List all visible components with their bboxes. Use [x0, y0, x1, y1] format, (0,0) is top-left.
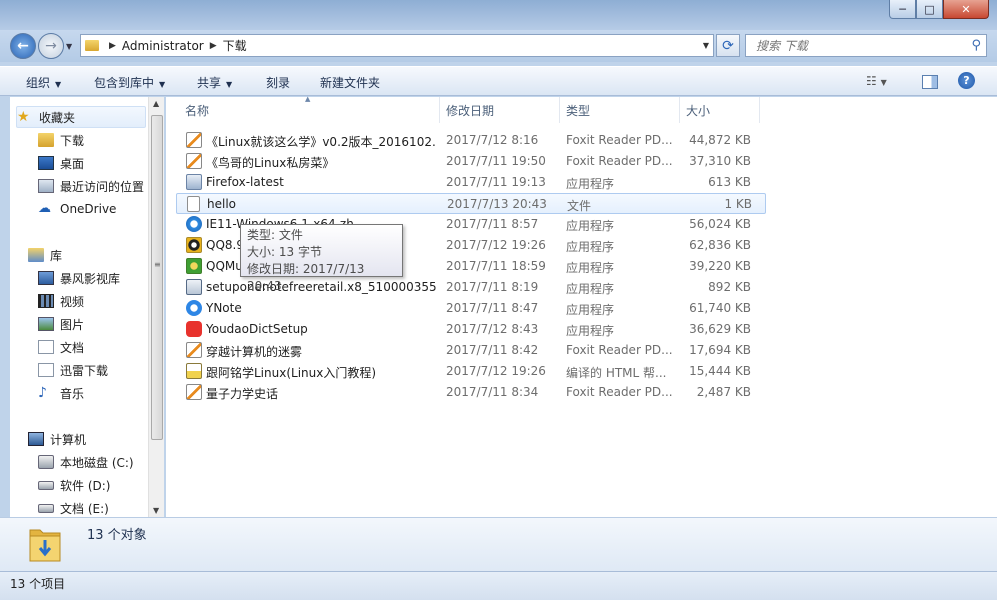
item-count: 13 个项目 — [10, 577, 66, 591]
sort-ascending-icon: ▲ — [305, 95, 311, 103]
file-row[interactable]: YoudaoDictSetup 2017/7/12 8:43 应用程序 36,6… — [176, 319, 766, 340]
chm-icon — [186, 363, 202, 379]
sidebar-libraries[interactable]: 库 — [28, 244, 166, 266]
refresh-button[interactable]: ⟳ — [716, 34, 740, 57]
grip-icon: ≡ — [154, 260, 161, 269]
tooltip-size: 大小: 13 字节 — [247, 245, 322, 259]
scrollbar-thumb[interactable] — [151, 115, 163, 440]
picture-icon — [38, 317, 54, 331]
download-library-icon — [38, 363, 54, 377]
file-row[interactable]: 跟阿铭学Linux(Linux入门教程) 2017/7/12 19:26 编译的… — [176, 361, 766, 382]
help-icon[interactable]: ? — [958, 72, 975, 89]
document-icon — [38, 340, 54, 354]
recent-pages-dropdown[interactable]: ▼ — [66, 42, 72, 51]
music-icon: ♪ — [38, 385, 47, 401]
chevron-down-icon: ▼ — [226, 80, 233, 89]
file-row[interactable]: 《Linux就该这么学》v0.2版本_2016102... 2017/7/12 … — [176, 130, 766, 151]
new-folder-button[interactable]: 新建文件夹 — [320, 74, 380, 91]
setup-icon — [186, 279, 202, 295]
object-count: 13 个对象 — [87, 528, 147, 543]
organize-menu[interactable]: 组织 ▼ — [26, 74, 61, 91]
search-box[interactable]: ⚲ — [745, 34, 987, 57]
pdf-icon — [186, 132, 202, 148]
system-drive-icon — [38, 455, 54, 469]
library-icon — [28, 248, 44, 262]
desktop-icon — [38, 156, 54, 170]
burn-button[interactable]: 刻录 — [266, 74, 290, 91]
file-row[interactable]: Firefox-latest 2017/7/11 19:13 应用程序 613 … — [176, 172, 766, 193]
pdf-icon — [186, 153, 202, 169]
chevron-down-icon: ▼ — [159, 80, 166, 89]
file-icon — [187, 196, 200, 212]
column-header-size[interactable]: 大小 — [680, 97, 760, 123]
downloads-folder-icon — [38, 133, 54, 147]
view-options-icon[interactable]: ☷ ▼ — [866, 74, 887, 88]
close-button[interactable]: ✕ — [943, 0, 989, 19]
back-arrow-icon: ← — [17, 38, 29, 54]
maximize-button[interactable]: □ — [916, 0, 943, 19]
sidebar-computer[interactable]: 计算机 — [28, 428, 166, 450]
sidebar-favorites[interactable]: ★ 收藏夹 — [16, 106, 146, 128]
title-bar — [0, 0, 997, 30]
window-controls: ─ □ ✕ — [889, 0, 989, 20]
computer-icon — [28, 432, 44, 446]
scroll-up-icon[interactable]: ▲ — [153, 99, 159, 108]
film-icon — [38, 294, 54, 308]
ynote-icon — [186, 300, 202, 316]
star-icon: ★ — [17, 109, 30, 125]
folder-icon — [85, 40, 99, 51]
navigation-pane: ★ 收藏夹 下载 桌面 最近访问的位置 ☁ OneDrive 库 暴风影视库 视… — [10, 97, 164, 517]
drive-icon — [38, 480, 54, 490]
tooltip-date: 修改日期: 2017/7/13 20:43 — [247, 262, 365, 293]
minimize-button[interactable]: ─ — [889, 0, 916, 19]
address-bar[interactable]: ▶ Administrator ▶ 下载 ▼ — [80, 34, 714, 57]
breadcrumb-downloads[interactable]: 下载 — [223, 37, 247, 54]
drive-icon — [38, 503, 54, 513]
qqmusic-icon — [186, 258, 202, 274]
chevron-down-icon: ▼ — [55, 80, 62, 89]
file-info-tooltip: 类型: 文件 大小: 13 字节 修改日期: 2017/7/13 20:43 — [240, 224, 403, 293]
forward-arrow-icon: → — [45, 38, 57, 54]
firefox-icon — [186, 174, 202, 190]
include-in-library-menu[interactable]: 包含到库中 ▼ — [94, 74, 165, 91]
file-row[interactable]: 量子力学史话 2017/7/11 8:34 Foxit Reader PD...… — [176, 382, 766, 403]
breadcrumb-administrator[interactable]: Administrator — [122, 39, 204, 53]
tooltip-type: 类型: 文件 — [247, 228, 303, 242]
cloud-icon: ☁ — [38, 201, 51, 216]
share-menu[interactable]: 共享 ▼ — [197, 74, 232, 91]
pdf-icon — [186, 342, 202, 358]
back-button[interactable]: ← — [10, 33, 36, 59]
refresh-icon: ⟳ — [722, 37, 734, 54]
navigation-pane-scrollbar[interactable]: ▲ ≡ ▼ — [148, 97, 164, 517]
column-header-date[interactable]: 修改日期 — [440, 97, 560, 123]
preview-pane-icon[interactable] — [922, 75, 938, 89]
details-pane: 13 个对象 — [0, 517, 997, 571]
scroll-down-icon[interactable]: ▼ — [153, 506, 159, 515]
recent-places-icon — [38, 179, 54, 193]
ie-icon — [186, 216, 202, 232]
address-dropdown-icon[interactable]: ▼ — [703, 41, 709, 50]
search-input[interactable] — [746, 35, 946, 56]
file-row[interactable]: 《鸟哥的Linux私房菜》 2017/7/11 19:50 Foxit Read… — [176, 151, 766, 172]
youdao-icon — [186, 321, 202, 337]
pdf-icon — [186, 384, 202, 400]
file-row[interactable]: YNote 2017/7/11 8:47 应用程序 61,740 KB — [176, 298, 766, 319]
search-icon[interactable]: ⚲ — [971, 38, 981, 53]
downloads-folder-icon — [28, 524, 62, 564]
file-row-hovered[interactable]: hello 2017/7/13 20:43 文件 1 KB — [176, 193, 766, 214]
breadcrumb-chevron-icon[interactable]: ▶ — [109, 41, 116, 51]
file-row[interactable]: 穿越计算机的迷雾 2017/7/11 8:42 Foxit Reader PD.… — [176, 340, 766, 361]
command-bar: 组织 ▼ 包含到库中 ▼ 共享 ▼ 刻录 新建文件夹 ☷ ▼ ? — [0, 66, 997, 96]
forward-button[interactable]: → — [38, 33, 64, 59]
video-library-icon — [38, 271, 54, 285]
column-header-type[interactable]: 类型 — [560, 97, 680, 123]
status-bar: 13 个项目 — [0, 571, 997, 600]
qq-icon — [186, 237, 202, 253]
breadcrumb-chevron-icon[interactable]: ▶ — [210, 41, 217, 51]
